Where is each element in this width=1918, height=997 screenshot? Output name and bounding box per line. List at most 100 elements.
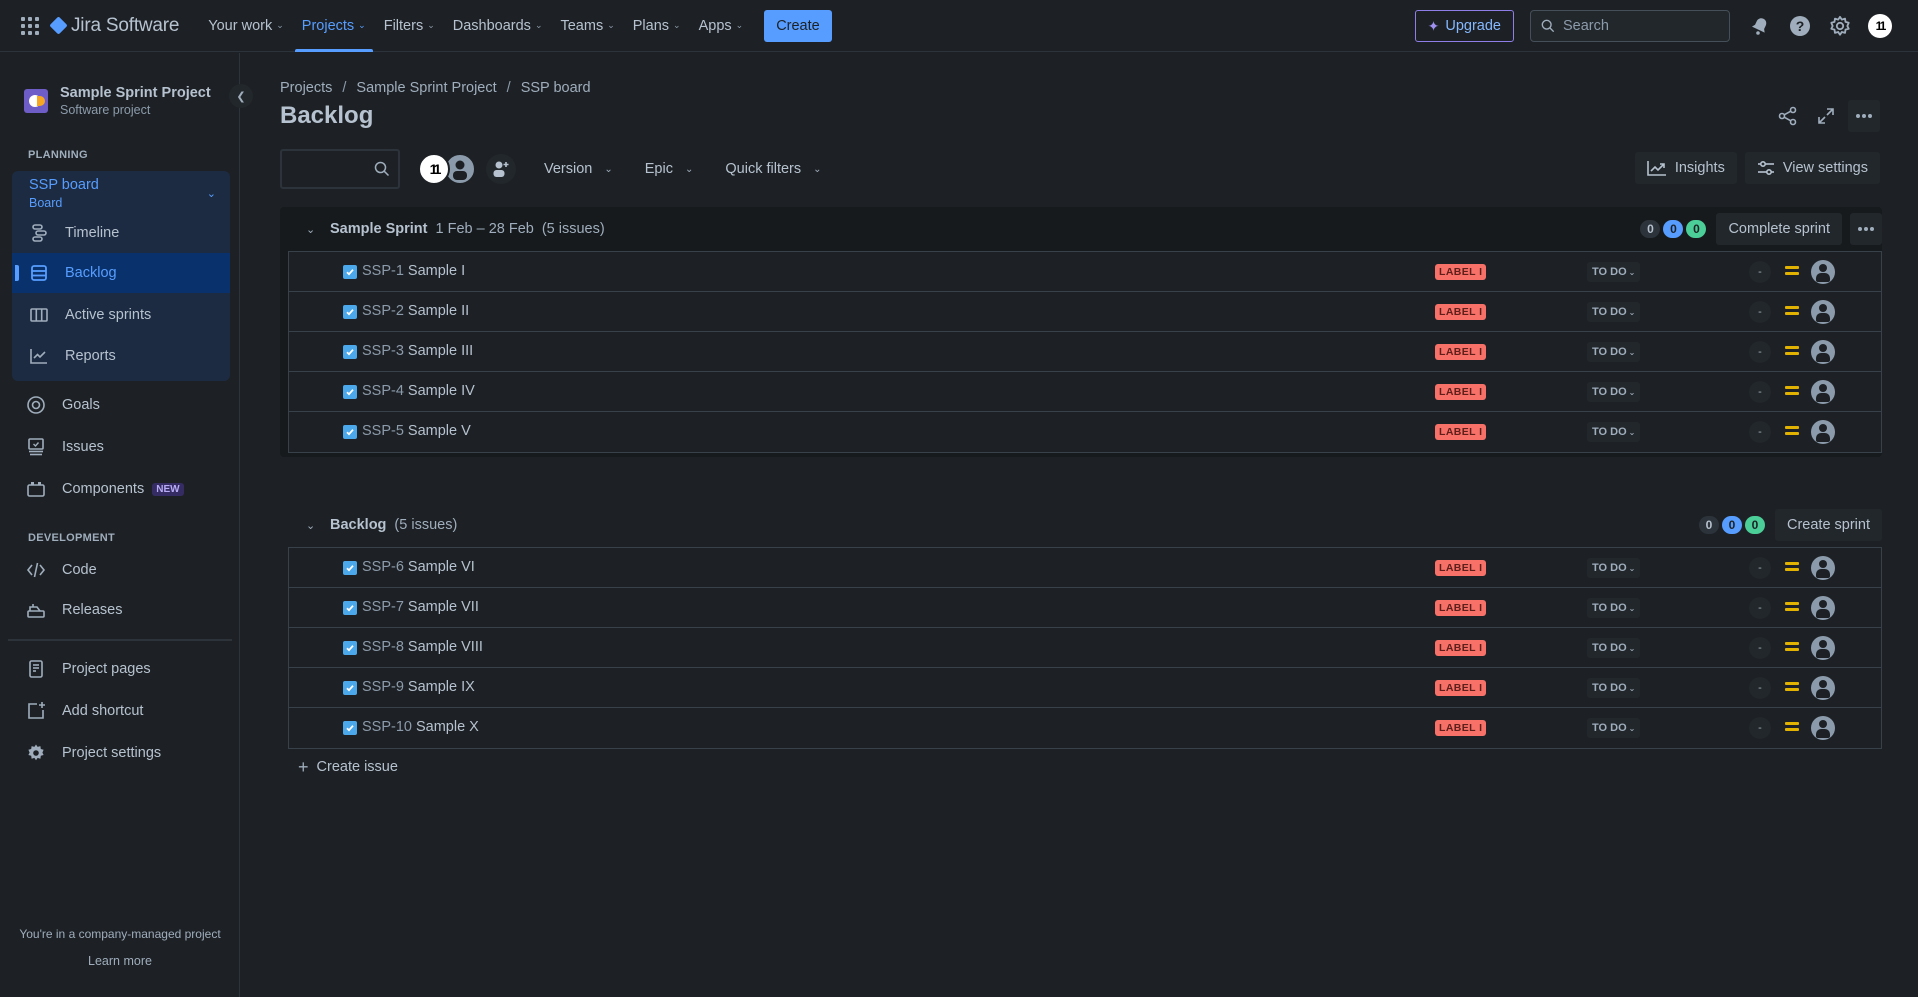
status-dropdown[interactable]: TO DO ⌄ [1587, 342, 1641, 362]
issue-key[interactable]: SSP-5 [362, 423, 404, 439]
assignee-avatar[interactable] [1811, 676, 1835, 700]
create-button[interactable]: Create [764, 9, 832, 42]
issue-label[interactable]: LABEL I [1435, 344, 1487, 360]
help-button[interactable]: ? [1784, 10, 1816, 42]
issue-key[interactable]: SSP-2 [362, 303, 404, 319]
issue-row[interactable]: SSP-4 Sample IV LABEL I TO DO ⌄ - [289, 372, 1881, 412]
story-points-estimate[interactable]: - [1749, 261, 1771, 283]
fullscreen-button[interactable] [1810, 100, 1842, 132]
story-points-estimate[interactable]: - [1749, 717, 1771, 739]
share-button[interactable] [1772, 100, 1804, 132]
nav-item-your-work[interactable]: Your work ⌄ [199, 0, 293, 52]
story-points-estimate[interactable]: - [1749, 381, 1771, 403]
issue-label[interactable]: LABEL I [1435, 264, 1487, 280]
project-header[interactable]: Sample Sprint Project Software project [24, 85, 211, 117]
add-people-button[interactable] [486, 154, 516, 184]
filter-epic[interactable]: Epic ⌄ [639, 161, 700, 177]
issue-key[interactable]: SSP-4 [362, 383, 404, 399]
issue-label[interactable]: LABEL I [1435, 384, 1487, 400]
sidebar-item-goals[interactable]: Goals [8, 385, 226, 425]
status-dropdown[interactable]: TO DO ⌄ [1587, 558, 1641, 578]
notifications-button[interactable] [1744, 10, 1776, 42]
issue-row[interactable]: SSP-3 Sample III LABEL I TO DO ⌄ - [289, 332, 1881, 372]
assignee-avatar[interactable] [1811, 300, 1835, 324]
status-dropdown[interactable]: TO DO ⌄ [1587, 262, 1641, 282]
insights-button[interactable]: Insights [1634, 152, 1737, 184]
search-input[interactable] [1563, 18, 1713, 34]
sidebar-item-active-sprints[interactable]: Active sprints [12, 295, 230, 335]
status-dropdown[interactable]: TO DO ⌄ [1587, 422, 1641, 442]
story-points-estimate[interactable]: - [1749, 421, 1771, 443]
nav-item-filters[interactable]: Filters ⌄ [375, 0, 444, 52]
story-points-estimate[interactable]: - [1749, 557, 1771, 579]
status-dropdown[interactable]: TO DO ⌄ [1587, 638, 1641, 658]
status-dropdown[interactable]: TO DO ⌄ [1587, 302, 1641, 322]
issue-key[interactable]: SSP-8 [362, 639, 404, 655]
upgrade-button[interactable]: ✦ Upgrade [1414, 10, 1514, 42]
filter-version[interactable]: Version ⌄ [538, 161, 619, 177]
issue-row[interactable]: SSP-5 Sample V LABEL I TO DO ⌄ - [289, 412, 1881, 452]
learn-more-link[interactable]: Learn more [0, 954, 240, 968]
sidebar-item-reports[interactable]: Reports [12, 336, 230, 376]
collapse-sidebar-button[interactable]: ❮ [229, 84, 253, 108]
issue-row[interactable]: SSP-8 Sample VIII LABEL I TO DO ⌄ - [289, 628, 1881, 668]
issue-label[interactable]: LABEL I [1435, 600, 1487, 616]
issue-label[interactable]: LABEL I [1435, 304, 1487, 320]
story-points-estimate[interactable]: - [1749, 597, 1771, 619]
chevron-down-icon[interactable]: ⌄ [207, 187, 216, 200]
status-dropdown[interactable]: TO DO ⌄ [1587, 598, 1641, 618]
nav-item-dashboards[interactable]: Dashboards ⌄ [444, 0, 552, 52]
sidebar-item-issues[interactable]: Issues [8, 427, 226, 467]
story-points-estimate[interactable]: - [1749, 677, 1771, 699]
story-points-estimate[interactable]: - [1749, 341, 1771, 363]
assignee-avatar[interactable] [1811, 636, 1835, 660]
global-search[interactable] [1530, 10, 1730, 42]
backlog-search[interactable] [280, 149, 400, 189]
issue-key[interactable]: SSP-10 [362, 719, 412, 735]
create-issue-button[interactable]: + Create issue [298, 758, 398, 776]
sidebar-item-project-pages[interactable]: Project pages [8, 649, 226, 689]
assignee-avatar[interactable] [1811, 556, 1835, 580]
issue-row[interactable]: SSP-1 Sample I LABEL I TO DO ⌄ - [289, 252, 1881, 292]
complete-sprint-button[interactable]: Complete sprint [1716, 213, 1842, 245]
backlog-search-input[interactable] [282, 151, 372, 187]
breadcrumb-item[interactable]: SSP board [521, 80, 591, 96]
status-dropdown[interactable]: TO DO ⌄ [1587, 678, 1641, 698]
issue-key[interactable]: SSP-6 [362, 559, 404, 575]
board-switcher[interactable]: SSP board Board [29, 177, 99, 210]
status-dropdown[interactable]: TO DO ⌄ [1587, 382, 1641, 402]
view-settings-button[interactable]: View settings [1744, 152, 1880, 184]
issue-label[interactable]: LABEL I [1435, 560, 1487, 576]
issue-row[interactable]: SSP-6 Sample VI LABEL I TO DO ⌄ - [289, 548, 1881, 588]
sidebar-item-components[interactable]: Components NEW [8, 469, 226, 509]
jira-logo[interactable]: Jira Software [49, 15, 179, 37]
issue-label[interactable]: LABEL I [1435, 680, 1487, 696]
sidebar-item-backlog[interactable]: Backlog [12, 253, 230, 293]
issue-label[interactable]: LABEL I [1435, 720, 1487, 736]
issue-key[interactable]: SSP-7 [362, 599, 404, 615]
nav-item-teams[interactable]: Teams ⌄ [551, 0, 623, 52]
story-points-estimate[interactable]: - [1749, 637, 1771, 659]
status-dropdown[interactable]: TO DO ⌄ [1587, 718, 1641, 738]
sidebar-item-timeline[interactable]: Timeline [12, 213, 230, 253]
nav-item-plans[interactable]: Plans ⌄ [624, 0, 690, 52]
issue-row[interactable]: SSP-9 Sample IX LABEL I TO DO ⌄ - [289, 668, 1881, 708]
filter-quick-filters[interactable]: Quick filters ⌄ [719, 161, 827, 177]
sidebar-item-project-settings[interactable]: Project settings [8, 733, 226, 773]
issue-label[interactable]: LABEL I [1435, 424, 1487, 440]
more-actions-button[interactable] [1848, 100, 1880, 132]
assignee-avatar[interactable] [1811, 340, 1835, 364]
assignee-avatar[interactable] [1811, 420, 1835, 444]
issue-label[interactable]: LABEL I [1435, 640, 1487, 656]
breadcrumb-item[interactable]: Sample Sprint Project [356, 80, 496, 96]
issue-key[interactable]: SSP-9 [362, 679, 404, 695]
issue-key[interactable]: SSP-1 [362, 263, 404, 279]
issue-row[interactable]: SSP-2 Sample II LABEL I TO DO ⌄ - [289, 292, 1881, 332]
sidebar-item-add-shortcut[interactable]: Add shortcut [8, 691, 226, 731]
issue-row[interactable]: SSP-10 Sample X LABEL I TO DO ⌄ - [289, 708, 1881, 748]
assignee-avatar[interactable] [1811, 596, 1835, 620]
chevron-down-icon[interactable]: ⌄ [306, 519, 322, 532]
nav-item-apps[interactable]: Apps ⌄ [690, 0, 753, 52]
chevron-down-icon[interactable]: ⌄ [306, 223, 322, 236]
issue-key[interactable]: SSP-3 [362, 343, 404, 359]
